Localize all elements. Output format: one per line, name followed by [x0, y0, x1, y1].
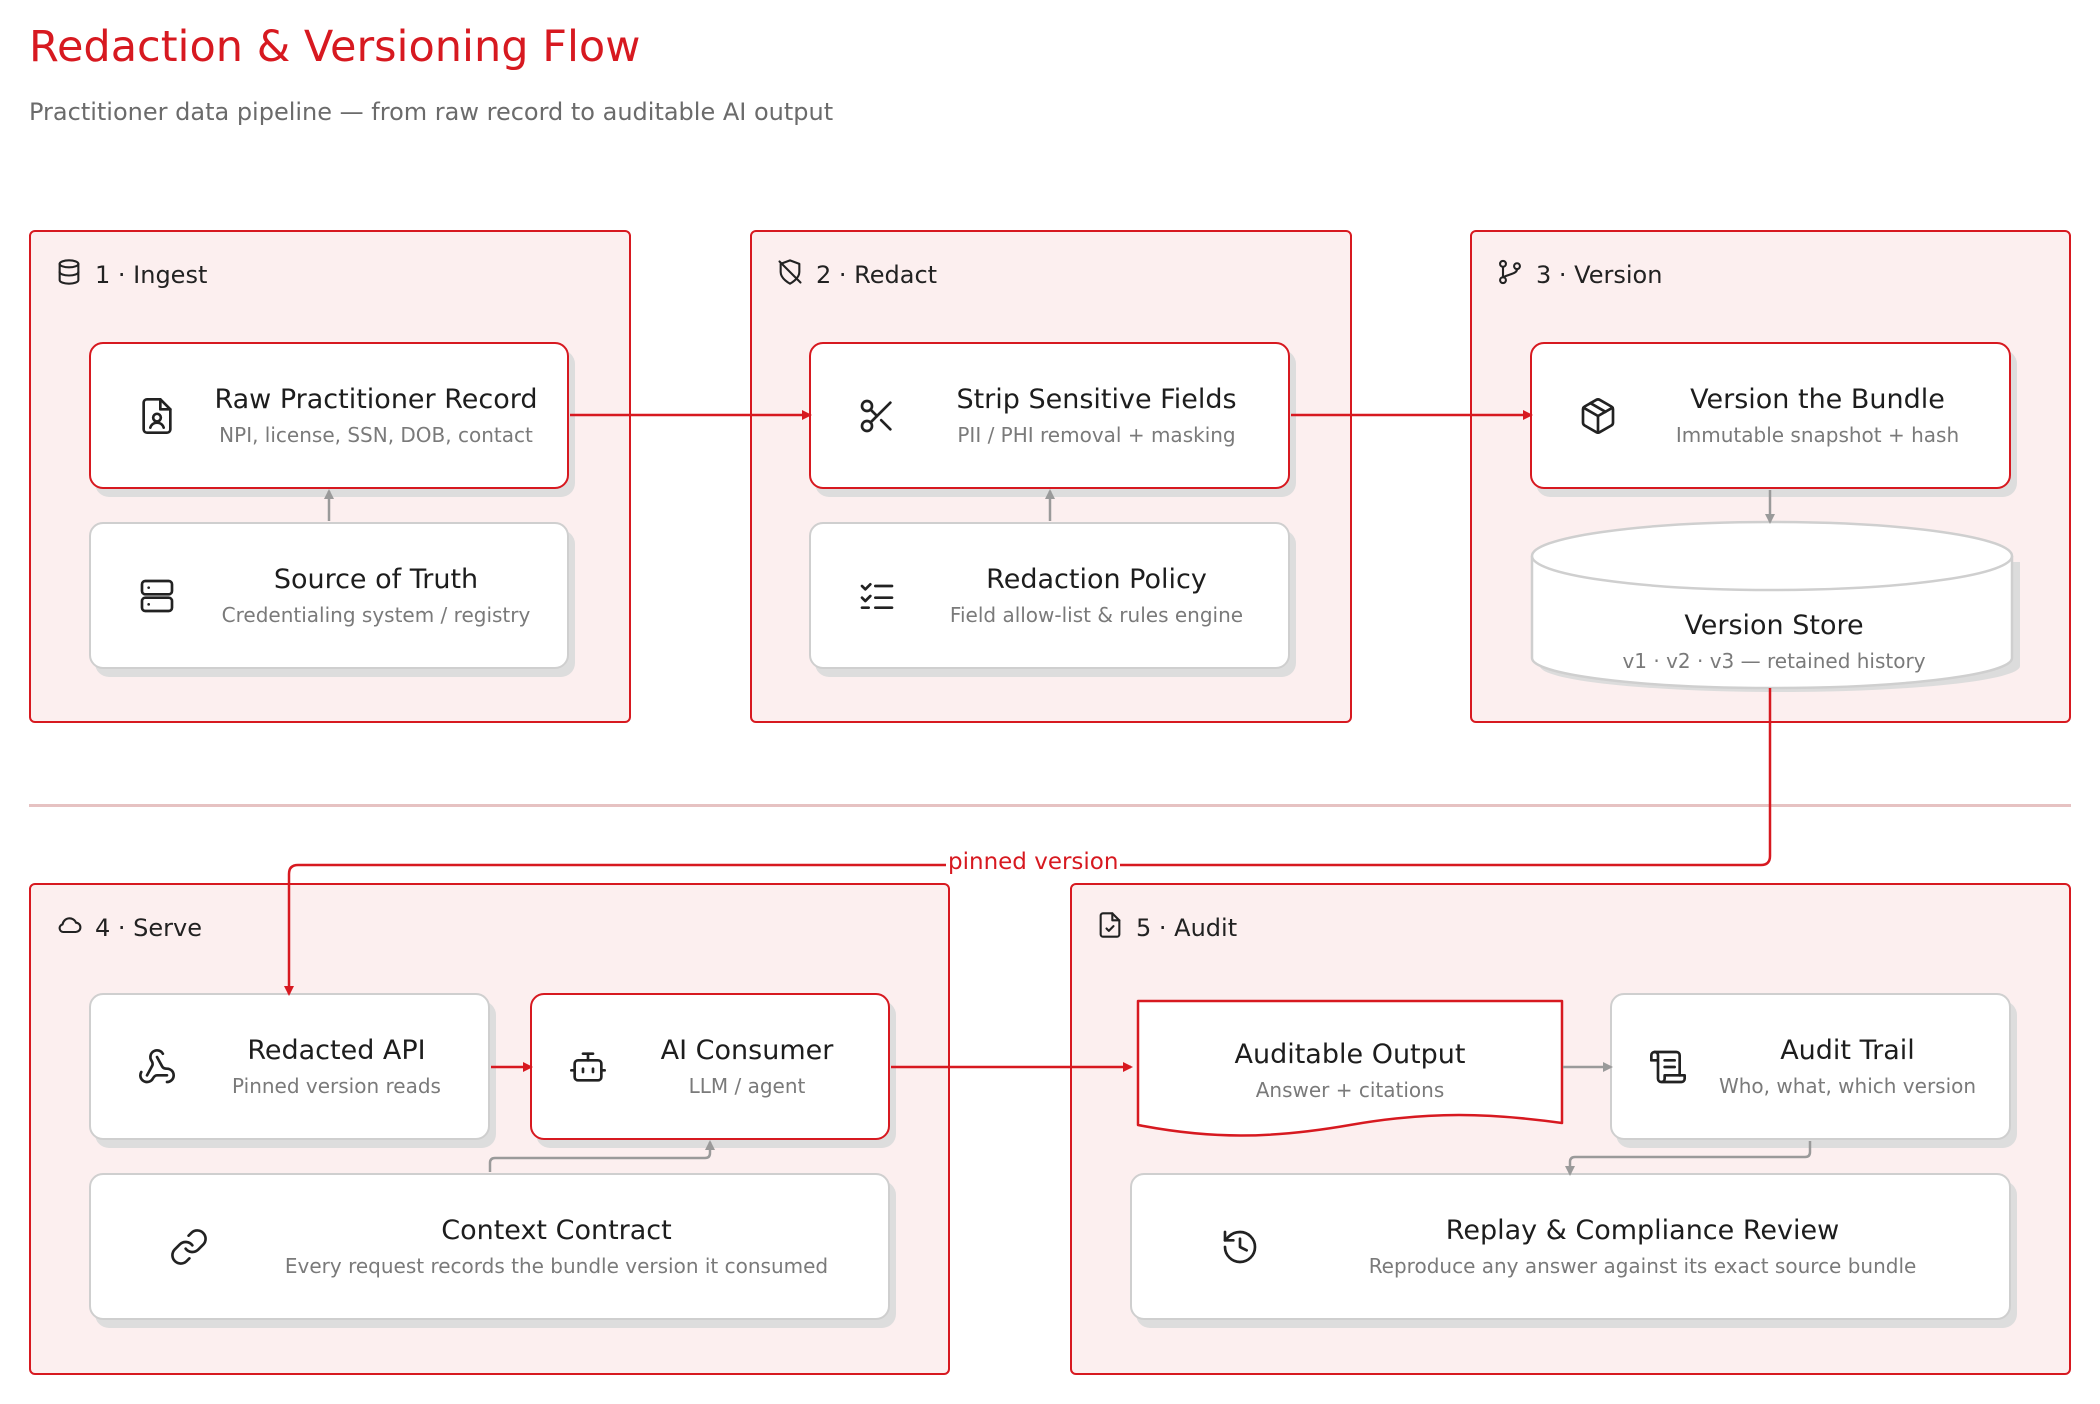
database-icon — [55, 258, 83, 292]
webhook-icon — [137, 1047, 177, 1087]
package-icon — [1578, 396, 1618, 436]
node-subtitle: Credentialing system / registry — [221, 603, 531, 627]
node-redacted-api[interactable]: Redacted API Pinned version reads — [89, 993, 490, 1140]
file-user-icon — [137, 396, 177, 436]
page-subtitle: Practitioner data pipeline — from raw re… — [29, 98, 834, 126]
node-title: Audit Trail — [1780, 1035, 1915, 1066]
edge-label-pinned-version: pinned version — [946, 849, 1121, 875]
history-icon — [1220, 1227, 1260, 1267]
file-check-icon — [1096, 911, 1124, 945]
node-version-store[interactable]: Version Store v1 · v2 · v3 — retained hi… — [1526, 518, 2022, 702]
list-checks-icon — [857, 576, 897, 616]
node-ai-consumer[interactable]: AI Consumer LLM / agent — [530, 993, 890, 1140]
node-subtitle: NPI, license, SSN, DOB, contact — [219, 423, 533, 447]
node-title: Redacted API — [247, 1035, 426, 1066]
node-title: Redaction Policy — [986, 564, 1207, 595]
server-icon — [137, 576, 177, 616]
node-replay-compliance-review[interactable]: Replay & Compliance Review Reproduce any… — [1130, 1173, 2011, 1320]
node-version-the-bundle[interactable]: Version the Bundle Immutable snapshot + … — [1530, 342, 2011, 489]
group-redact-label: 2 · Redact — [816, 261, 938, 289]
group-audit-label: 5 · Audit — [1136, 914, 1238, 942]
bot-icon — [568, 1047, 608, 1087]
cloud-icon — [55, 911, 83, 945]
group-serve-header: 4 · Serve — [55, 911, 202, 945]
node-title: Context Contract — [441, 1215, 672, 1246]
group-ingest-label: 1 · Ingest — [95, 261, 208, 289]
node-context-contract[interactable]: Context Contract Every request records t… — [89, 1173, 890, 1320]
scroll-icon — [1648, 1047, 1688, 1087]
shield-off-icon — [776, 258, 804, 292]
group-serve-label: 4 · Serve — [95, 914, 202, 942]
group-version-label: 3 · Version — [1536, 261, 1663, 289]
node-subtitle: Every request records the bundle version… — [284, 1254, 829, 1278]
node-title: Source of Truth — [273, 564, 479, 595]
node-subtitle: Answer + citations — [1255, 1078, 1445, 1102]
node-title: Strip Sensitive Fields — [956, 384, 1237, 415]
node-subtitle: Reproduce any answer against its exact s… — [1368, 1254, 1917, 1278]
node-subtitle: Immutable snapshot + hash — [1675, 423, 1960, 447]
node-subtitle: LLM / agent — [688, 1074, 806, 1098]
node-subtitle: PII / PHI removal + masking — [957, 423, 1236, 447]
node-audit-trail[interactable]: Audit Trail Who, what, which version — [1610, 993, 2011, 1140]
group-redact-header: 2 · Redact — [776, 258, 937, 292]
node-subtitle: Field allow-list & rules engine — [949, 603, 1244, 627]
node-title: AI Consumer — [660, 1035, 834, 1066]
git-branch-icon — [1496, 258, 1524, 292]
node-auditable-output[interactable]: Auditable Output Answer + citations — [1130, 993, 1570, 1143]
group-ingest-header: 1 · Ingest — [55, 258, 207, 292]
node-subtitle: Who, what, which version — [1718, 1074, 1977, 1098]
section-divider — [29, 804, 2071, 807]
node-raw-practitioner-record[interactable]: Raw Practitioner Record NPI, license, SS… — [89, 342, 569, 489]
node-redaction-policy[interactable]: Redaction Policy Field allow-list & rule… — [809, 522, 1290, 669]
node-subtitle: v1 · v2 · v3 — retained history — [1622, 649, 1926, 673]
node-title: Version the Bundle — [1690, 384, 1945, 415]
node-strip-sensitive-fields[interactable]: Strip Sensitive Fields PII / PHI removal… — [809, 342, 1290, 489]
group-audit-header: 5 · Audit — [1096, 911, 1237, 945]
group-version-header: 3 · Version — [1496, 258, 1662, 292]
node-title: Auditable Output — [1234, 1039, 1466, 1070]
node-subtitle: Pinned version reads — [232, 1074, 441, 1098]
node-title: Version Store — [1684, 610, 1864, 641]
page-title: Redaction & Versioning Flow — [29, 22, 641, 72]
node-title: Replay & Compliance Review — [1445, 1215, 1840, 1246]
node-title: Raw Practitioner Record — [214, 384, 538, 415]
link-icon — [169, 1227, 209, 1267]
scissors-icon — [857, 396, 897, 436]
node-source-of-truth[interactable]: Source of Truth Credentialing system / r… — [89, 522, 569, 669]
